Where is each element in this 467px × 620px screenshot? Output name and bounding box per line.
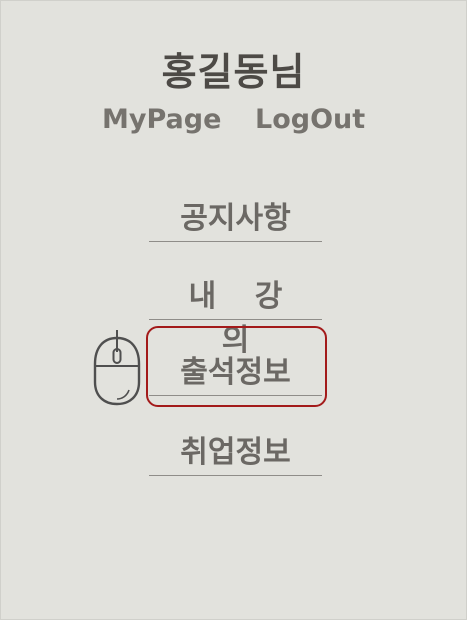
account-links: MyPage LogOut (1, 104, 466, 140)
menu-item-my-courses[interactable]: 내 강 의 (149, 275, 322, 358)
mouse-icon (93, 330, 141, 406)
sidebar-panel: 홍길동님 MyPage LogOut 공지사항 내 강 의 출석정보 취업정보 (0, 0, 467, 620)
menu-item-attendance[interactable]: 출석정보 (149, 351, 322, 396)
logout-link[interactable]: LogOut (255, 104, 365, 135)
menu-item-notice[interactable]: 공지사항 (149, 197, 322, 242)
user-name: 홍길동님 (161, 50, 306, 94)
menu-item-job-info[interactable]: 취업정보 (149, 431, 322, 476)
mypage-link[interactable]: MyPage (102, 104, 221, 135)
